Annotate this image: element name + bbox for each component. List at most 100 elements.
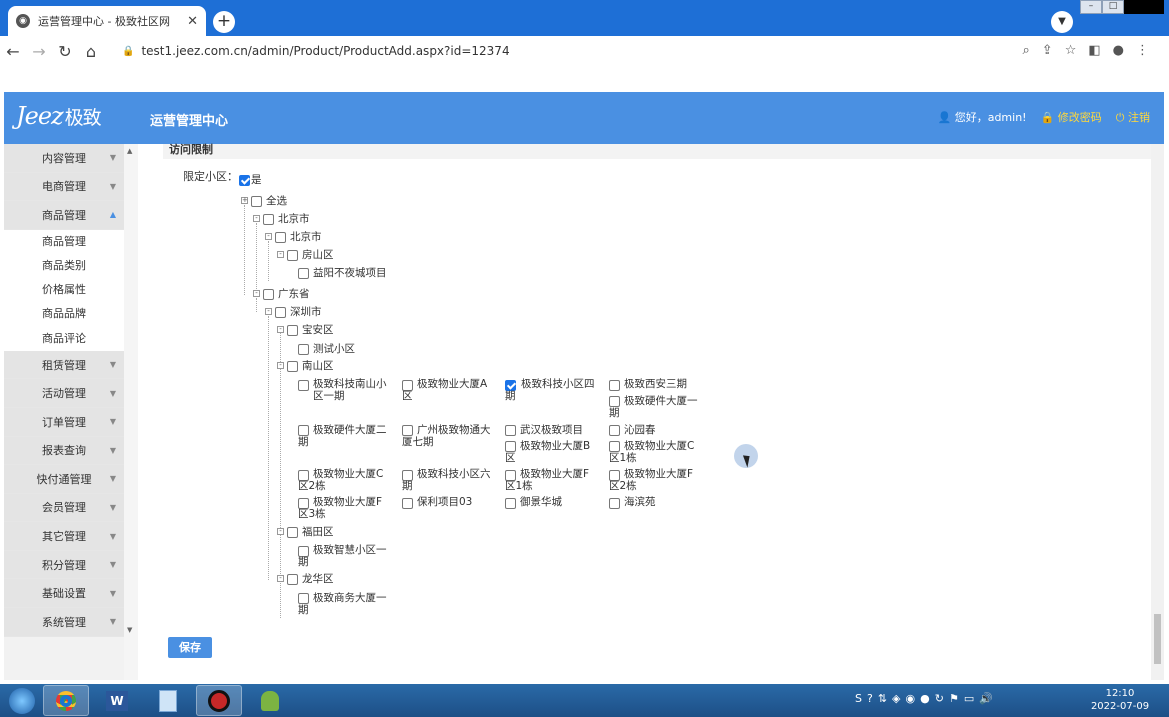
word-taskbar-icon[interactable]: W [94,685,140,716]
chevron-down-icon: ▼ [109,388,116,398]
minimize-icon[interactable]: – [1080,0,1102,14]
tab-search-icon[interactable]: ▼ [1051,11,1073,33]
sidebar-item-quickpay[interactable]: 快付通管理 ▼ [4,465,124,494]
sidebar-item-points[interactable]: 积分管理 ▼ [4,550,124,580]
sidebar-item-other[interactable]: 其它管理 ▼ [4,522,124,551]
tree-checkbox-city[interactable] [275,307,286,318]
bookmark-star-icon[interactable]: ☆ [1065,43,1077,58]
scroll-up-icon[interactable]: ▲ [127,147,132,155]
sidebar-item-lease[interactable]: 租赁管理 ▼ [4,350,124,380]
side-panel-icon[interactable]: ◧ [1088,43,1100,58]
save-button[interactable]: 保存 [168,637,212,658]
close-tab-icon[interactable]: ✕ [187,14,198,29]
home-icon[interactable]: ⌂ [78,42,104,61]
scrollbar-thumb[interactable] [1154,614,1161,664]
tree-toggle-icon[interactable]: - [277,326,284,333]
chevron-down-icon: ▼ [109,417,116,427]
limit-community-checkbox[interactable] [239,175,250,186]
tree-toggle-icon[interactable]: + [241,197,248,204]
user-icon: 👤 [937,111,952,124]
display-icon[interactable]: ▭ [964,692,974,705]
tree-toggle-icon[interactable]: - [265,233,272,240]
tree-label-project: 极致物业大厦C区1栋 [609,440,695,464]
page-scrollbar[interactable] [1151,144,1164,680]
tree-checkbox-district[interactable] [287,361,298,372]
flag-icon[interactable]: ⚑ [949,692,959,705]
tree-checkbox-province[interactable] [263,289,274,300]
sidebar-subitem-review[interactable]: 商品评论 [4,326,124,351]
tree-checkbox-city[interactable] [275,232,286,243]
tree-toggle-icon[interactable]: - [253,290,260,297]
sidebar-item-basic-settings[interactable]: 基础设置 ▼ [4,579,124,609]
tree-toggle-icon[interactable]: - [277,575,284,582]
record-icon[interactable]: ● [920,692,930,705]
sidebar-subitem-brand[interactable]: 商品品牌 [4,302,124,327]
tree-checkbox-district[interactable] [287,325,298,336]
logout-link[interactable]: ⏻ 注销 [1116,109,1150,125]
tree-checkbox-project[interactable] [609,380,620,391]
zoom-icon[interactable]: ⌕ [1023,43,1030,58]
tree-checkbox-project[interactable] [402,498,413,509]
sidebar-item-activity[interactable]: 活动管理 ▼ [4,379,124,408]
tree-toggle-icon[interactable]: - [253,215,260,222]
tree-checkbox-district[interactable] [287,250,298,261]
url-field[interactable]: 🔒 test1.jeez.com.cn/admin/Product/Produc… [122,44,510,58]
sidebar-item-ecommerce[interactable]: 电商管理 ▼ [4,172,124,202]
android-taskbar-icon[interactable] [247,685,293,716]
close-window-icon[interactable] [1124,0,1164,14]
start-button[interactable] [2,685,42,716]
share-icon[interactable]: ⇪ [1042,43,1053,58]
volume-icon[interactable]: 🔊 [979,692,993,705]
sidebar: 内容管理 ▼ 电商管理 ▼ 商品管理 ▲ 商品管理 商品类别 价格属性 商品品牌 商品… [4,144,124,680]
tree-checkbox-project[interactable] [505,498,516,509]
shield-icon[interactable]: ◈ [892,692,900,705]
sync-icon[interactable]: ↻ [935,692,944,705]
back-icon[interactable]: ← [0,42,26,61]
tree-checkbox-project[interactable] [298,380,309,391]
sidebar-subitem-product-manage[interactable]: 商品管理 [4,229,124,254]
section-title: 访问限制 [163,144,1151,159]
logout-text: 注销 [1128,111,1150,124]
sidebar-item-report[interactable]: 报表查询 ▼ [4,436,124,466]
tree-label-project: 极致科技小区四期 [505,378,595,402]
security-icon[interactable]: ◉ [906,692,916,705]
tree-label-project: 海滨苑 [624,496,656,508]
tree-checkbox-project[interactable] [609,425,620,436]
tree-checkbox-all[interactable] [251,196,262,207]
browser-tab[interactable]: ◉ 运营管理中心 - 极致社区网 ✕ [8,6,206,36]
sidebar-scrollbar[interactable]: ▲ ▼ [124,144,138,680]
change-password-link[interactable]: 🔒 修改密码 [1041,109,1102,125]
sidebar-subitem-product-category[interactable]: 商品类别 [4,253,124,279]
tree-checkbox-district[interactable] [287,574,298,585]
tree-checkbox-province[interactable] [263,214,274,225]
sidebar-subitem-price-attribute[interactable]: 价格属性 [4,278,124,303]
recorder-taskbar-icon[interactable] [196,685,242,716]
tree-checkbox-project[interactable] [505,425,516,436]
scroll-down-icon[interactable]: ▼ [127,626,132,634]
tree-toggle-icon[interactable]: - [277,528,284,535]
chrome-taskbar-icon[interactable] [43,685,89,716]
tree-toggle-icon[interactable]: - [277,362,284,369]
tree-toggle-icon[interactable]: - [277,251,284,258]
forward-icon[interactable]: → [26,42,52,61]
sidebar-item-order[interactable]: 订单管理 ▼ [4,407,124,437]
taskbar-clock[interactable]: 12:10 2022-07-09 [1090,687,1150,713]
tree-toggle-icon[interactable]: - [265,308,272,315]
sidebar-item-system[interactable]: 系统管理 ▼ [4,608,124,637]
sidebar-item-product[interactable]: 商品管理 ▲ [4,201,124,230]
notepad-taskbar-icon[interactable] [145,685,191,716]
maximize-icon[interactable]: □ [1102,0,1124,14]
tree-checkbox-project[interactable] [298,268,309,279]
browser-menu-icon[interactable]: ⋮ [1136,43,1149,58]
tree-checkbox-project[interactable] [609,498,620,509]
network-icon[interactable]: ⇅ [878,692,887,705]
tree-checkbox-project[interactable] [298,344,309,355]
reload-icon[interactable]: ↻ [52,42,78,61]
new-tab-icon[interactable]: + [213,11,235,33]
sidebar-item-member[interactable]: 会员管理 ▼ [4,493,124,523]
profile-icon[interactable]: ● [1113,43,1124,58]
tree-checkbox-district[interactable] [287,527,298,538]
sogou-icon[interactable]: S [855,692,862,705]
help-icon[interactable]: ? [867,692,873,705]
sidebar-item-content[interactable]: 内容管理 ▼ [4,144,124,173]
